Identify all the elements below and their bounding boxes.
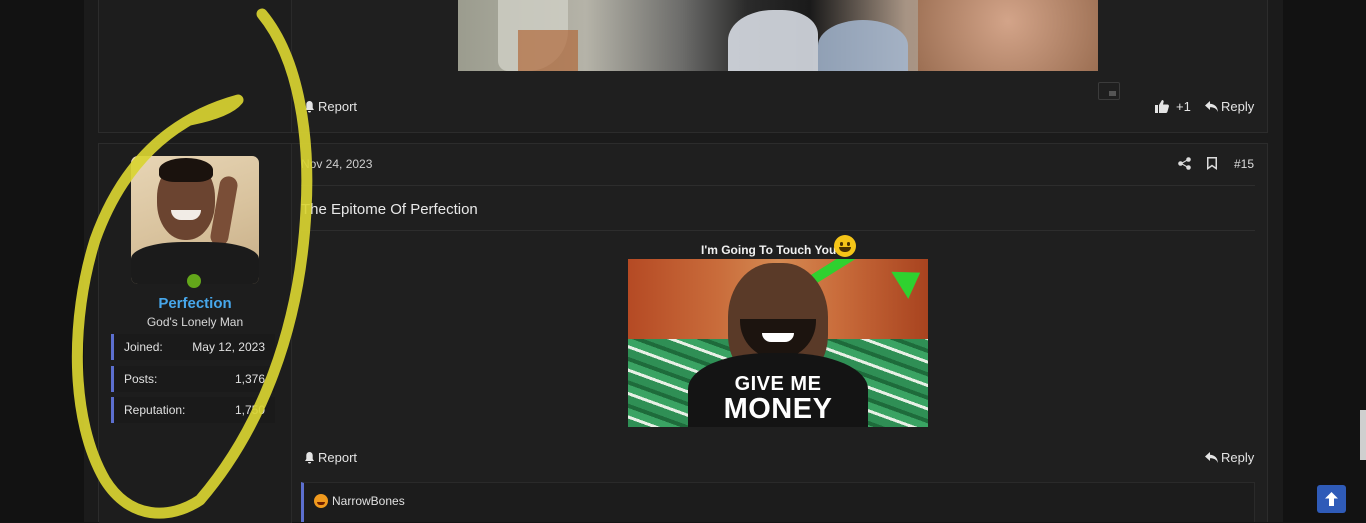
like-button[interactable]: +1 <box>1155 99 1191 114</box>
username[interactable]: Perfection <box>99 295 291 312</box>
stat-value: May 12, 2023 <box>192 340 265 354</box>
report-label: Report <box>318 99 358 114</box>
bell-icon <box>305 100 314 112</box>
bookmark-button[interactable] <box>1207 157 1217 175</box>
previous-post-image[interactable] <box>458 0 1098 71</box>
stat-label: Posts: <box>124 372 158 386</box>
reply-arrow-icon <box>1205 452 1218 463</box>
previous-reply-button[interactable]: Reply <box>1205 99 1254 114</box>
picture-in-picture-icon[interactable] <box>1098 82 1120 100</box>
stat-label: Joined: <box>124 340 163 354</box>
post-title: The Epitome Of Perfection <box>301 201 478 218</box>
post-number-link[interactable]: #15 <box>1234 157 1254 171</box>
share-button[interactable] <box>1178 157 1191 175</box>
user-title: God's Lonely Man <box>146 315 244 329</box>
stat-value: 1,376 <box>234 372 265 386</box>
reply-arrow-icon <box>1205 101 1218 112</box>
post-date[interactable]: Nov 24, 2023 <box>301 157 372 171</box>
reaction-summary[interactable] <box>301 482 1255 522</box>
reaction-user-name[interactable]: NarrowBones <box>332 494 405 508</box>
report-link[interactable]: Report <box>304 450 357 465</box>
thumbs-up-icon <box>1155 100 1169 113</box>
reply-button[interactable]: Reply <box>1205 450 1254 465</box>
scroll-to-top-button[interactable] <box>1317 485 1346 513</box>
reply-label: Reply <box>1221 450 1255 465</box>
scrollbar-thumb[interactable] <box>1360 410 1366 460</box>
video-thumbnail[interactable]: GIVE ME MONEY <box>628 259 928 427</box>
divider <box>301 185 1255 186</box>
bookmark-icon <box>1207 157 1217 170</box>
star-struck-emoji-icon <box>314 494 328 508</box>
previous-post-userbar <box>99 0 292 132</box>
divider <box>301 230 1255 231</box>
post-caption: I'm Going To Touch You <box>701 243 837 257</box>
smiley-emoji-icon <box>834 235 856 257</box>
stat-joined: Joined: May 12, 2023 <box>111 334 275 360</box>
page-gutter-left <box>0 0 84 522</box>
report-label: Report <box>318 450 358 465</box>
online-status-indicator <box>187 274 201 288</box>
page-gutter-right <box>1283 0 1366 522</box>
post-userbar: Perfection God's Lonely Man Joined: May … <box>99 144 292 523</box>
stat-reputation: Reputation: 1,750 <box>111 397 275 423</box>
share-icon <box>1178 157 1191 170</box>
arrow-up-icon <box>1325 492 1338 506</box>
stat-label: Reputation: <box>124 403 186 417</box>
thumbnail-text-line2: MONEY <box>723 393 833 425</box>
avatar[interactable] <box>131 156 259 284</box>
like-count: +1 <box>1176 99 1191 114</box>
stat-value: 1,750 <box>234 403 265 417</box>
bell-icon <box>305 451 314 463</box>
reply-label: Reply <box>1221 99 1255 114</box>
previous-report-link[interactable]: Report <box>304 99 357 114</box>
stat-posts: Posts: 1,376 <box>111 366 275 392</box>
